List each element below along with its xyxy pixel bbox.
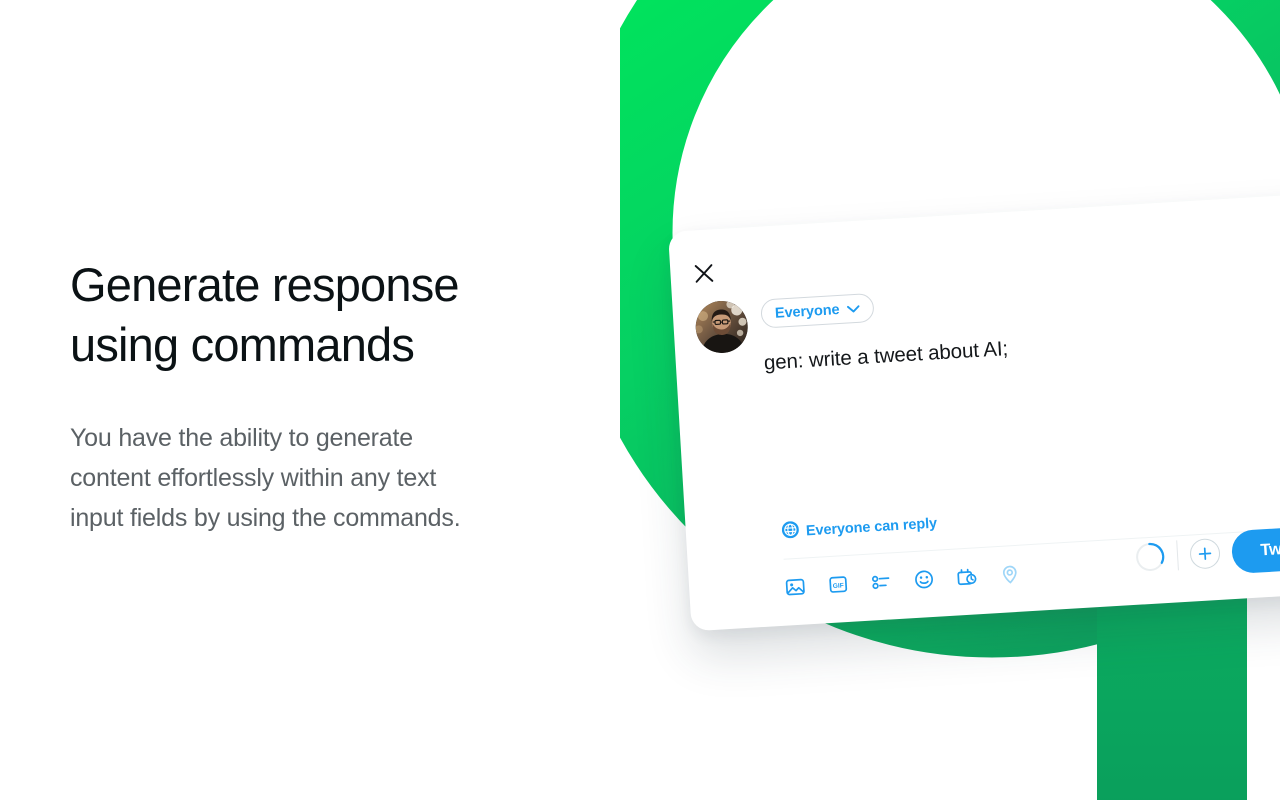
character-progress-ring: [1134, 541, 1166, 573]
image-icon[interactable]: [778, 570, 812, 604]
promo-slide: Generate response using commands You hav…: [0, 0, 1280, 800]
globe-icon: [781, 521, 799, 544]
media-tool-group: GIF: [778, 557, 1026, 604]
audience-label: Everyone: [774, 301, 840, 322]
tweet-text-input[interactable]: gen: write a tweet about AI;: [763, 317, 1280, 377]
page-description: You have the ability to generate content…: [70, 424, 461, 532]
emoji-icon[interactable]: [907, 563, 941, 597]
add-tweet-button[interactable]: [1189, 537, 1221, 570]
reply-scope-label: Everyone can reply: [805, 515, 938, 540]
schedule-icon[interactable]: [950, 560, 984, 594]
gif-icon[interactable]: GIF: [821, 568, 855, 602]
reply-scope-selector[interactable]: Everyone can reply: [781, 513, 937, 544]
location-icon[interactable]: [993, 557, 1027, 591]
action-divider: [1176, 540, 1179, 571]
tweet-composer-card: Everyone gen: write a tweet about AI; Ev…: [668, 192, 1280, 632]
page-title: Generate response using commands: [70, 258, 460, 371]
composer-fields: Everyone gen: write a tweet about AI;: [760, 266, 1280, 377]
audience-selector[interactable]: Everyone: [760, 292, 875, 329]
tweet-button[interactable]: Tweet: [1230, 524, 1280, 574]
copy-block: Generate response using commands You hav…: [70, 255, 600, 538]
chevron-down-icon: [846, 299, 860, 318]
close-icon[interactable]: [686, 255, 722, 291]
avatar[interactable]: [694, 299, 750, 355]
composer-actions: Tweet: [1134, 524, 1280, 598]
composer-body: Everyone gen: write a tweet about AI;: [694, 266, 1280, 381]
svg-text:GIF: GIF: [833, 582, 844, 590]
poll-icon[interactable]: [864, 565, 898, 599]
